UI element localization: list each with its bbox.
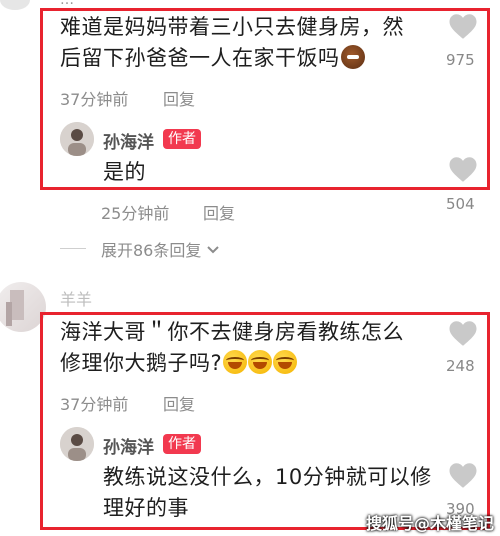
comment-1-line-2: 后留下孙爸爸一人在家干饭吗 [60,46,340,70]
reply-2-like-button[interactable] [448,462,478,489]
comment-1-text: 难道是妈妈带着三小只去健身房，然 后留下孙爸爸一人在家干饭吗 [60,12,404,74]
reply-2-line-1: 教练说这没什么，10分钟就可以修 [103,465,432,489]
chevron-down-icon [207,246,220,254]
reply-1-avatar[interactable] [60,122,94,156]
comment-2-like-count: 248 [446,357,475,375]
comment-1-like-count: 975 [446,51,475,69]
laughing-emoji [248,350,273,374]
comment-2-line-1: 海洋大哥＂你不去健身房看教练怎么 [60,320,404,344]
heart-icon [449,321,477,346]
heart-icon [449,157,477,182]
reply-1-author-badge: 作者 [163,129,201,149]
reply-1-author[interactable]: 孙海洋 [103,128,154,153]
heart-icon [449,14,477,39]
expand-replies-label: 展开86条回复 [101,241,202,260]
reply-1-like-button[interactable] [448,156,478,183]
laughing-emoji [273,350,298,374]
comment-1-like-button[interactable] [448,13,478,40]
top-partial-avatar [0,0,30,10]
comment-2-line-2: 修理你大鹅子吗? [60,351,223,375]
comment-2-time: 37分钟前 [60,395,129,414]
cookie-emoji [340,45,365,69]
comment-1-line-1: 难道是妈妈带着三小只去健身房，然 [60,15,404,39]
reply-1-reply-button[interactable]: 回复 [203,200,235,224]
top-partial-text: … [60,0,74,8]
expand-replies-button[interactable]: 展开86条回复 [101,237,220,261]
reply-2-avatar[interactable] [60,427,94,461]
comment-2-reply-button[interactable]: 回复 [163,391,195,415]
comment-1-line-2-wrap: 后留下孙爸爸一人在家干饭吗 [60,43,404,74]
comment-2-like-button[interactable] [448,320,478,347]
expand-divider [60,248,86,249]
reply-2-author-badge: 作者 [163,434,201,454]
comment-2-username[interactable]: 羊羊 [60,286,92,310]
reply-1-like-count: 504 [446,195,475,213]
watermark: 搜狐号@木槿笔记 [366,514,495,533]
laughing-emoji [223,350,248,374]
comment-1-reply-button[interactable]: 回复 [163,86,195,110]
comment-1-time: 37分钟前 [60,90,129,109]
comment-2-text: 海洋大哥＂你不去健身房看教练怎么 修理你大鹅子吗? [60,317,404,379]
reply-2-author[interactable]: 孙海洋 [103,433,154,458]
comment-2-line-2-wrap: 修理你大鹅子吗? [60,348,404,379]
reply-1-text: 是的 [103,160,146,184]
reply-1-time: 25分钟前 [101,204,170,223]
heart-icon [449,463,477,488]
